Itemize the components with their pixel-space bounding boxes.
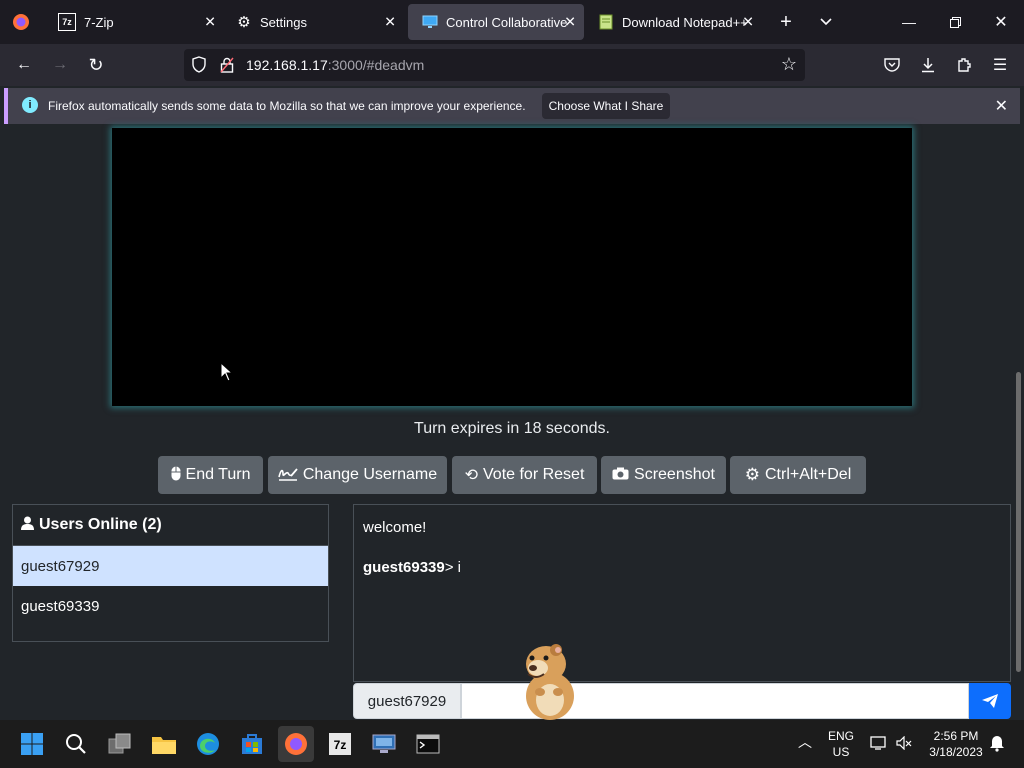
chat-message-user: guest69339 (363, 559, 445, 576)
close-icon[interactable]: ✕ (204, 14, 216, 31)
bookmark-star-icon[interactable]: ☆ (781, 54, 797, 75)
tab-label: Settings (260, 14, 307, 30)
minimize-icon[interactable]: — (886, 0, 932, 44)
tab-label: Control Collaborative V (446, 14, 568, 30)
microsoft-store-icon[interactable] (234, 726, 270, 762)
choose-what-i-share-button[interactable]: Choose What I Share (542, 93, 670, 119)
camera-icon (612, 467, 629, 483)
windows-taskbar: 7z ︿ ENG US 2:56 PM 3/18/2023 (0, 720, 1024, 768)
language-code: ENG (827, 729, 854, 743)
url-bar[interactable]: 192.168.1.17:3000/#deadvm ☆ (184, 49, 805, 81)
gear-icon: ⚙ (237, 14, 251, 31)
gear-icon: ⚙ (744, 465, 760, 484)
firefox-taskbar-icon[interactable] (278, 726, 314, 762)
chat-message-text: > i (444, 559, 461, 576)
search-icon[interactable] (58, 726, 94, 762)
page-scrollbar[interactable] (1016, 372, 1021, 672)
tab-label: 7-Zip (84, 14, 114, 30)
shield-icon[interactable] (192, 56, 206, 78)
7zip-icon: 7z (58, 13, 76, 31)
mouse-icon (171, 466, 181, 484)
volume-muted-icon[interactable] (896, 735, 912, 754)
data-notification-bar: i Firefox automatically sends some data … (4, 88, 1020, 124)
user-icon (21, 516, 34, 535)
browser-tab-bar: 7z 7-Zip ✕ ⚙ Settings ✕ Control Collabor… (0, 0, 1024, 44)
chat-username-label: guest67929 (353, 683, 461, 719)
welcome-message: welcome! (363, 519, 427, 536)
language-indicator[interactable]: ENG US (826, 728, 856, 760)
tab-control-collaborative[interactable]: Control Collaborative V ✕ (408, 4, 584, 40)
svg-text:7z: 7z (334, 738, 347, 752)
window-close-icon[interactable]: ✕ (978, 0, 1024, 44)
turn-timer-text: Turn expires in 18 seconds. (414, 420, 610, 437)
navigation-bar: ← → ↻ 192.168.1.17:3000/#deadvm ☆ ☰ (0, 44, 1024, 86)
edge-browser-icon[interactable] (190, 726, 226, 762)
restore-icon[interactable] (932, 0, 978, 44)
button-label: Screenshot (634, 466, 715, 483)
chat-input-row: guest67929 (353, 683, 1011, 719)
chevron-down-icon[interactable] (810, 0, 842, 44)
vote-for-reset-button[interactable]: ⟲ Vote for Reset (452, 456, 597, 494)
insecure-lock-icon[interactable] (220, 57, 234, 78)
back-icon[interactable]: ← (6, 44, 42, 86)
mouse-cursor-icon (220, 362, 234, 382)
clock[interactable]: 2:56 PM 3/18/2023 (922, 728, 990, 760)
chat-message: guest69339> i (363, 559, 461, 576)
close-icon[interactable]: ✕ (742, 14, 754, 31)
url-text[interactable]: 192.168.1.17:3000/#deadvm (246, 57, 424, 73)
tab-download-notepad[interactable]: Download Notepad++ ✕ (584, 0, 762, 44)
close-icon[interactable]: ✕ (384, 14, 396, 31)
network-icon[interactable] (870, 736, 886, 754)
ctrl-alt-del-button[interactable]: ⚙ Ctrl+Alt+Del (730, 456, 866, 494)
paper-plane-icon (982, 694, 998, 708)
button-label: Vote for Reset (483, 466, 585, 483)
users-online-title: Users Online (2) (39, 516, 162, 533)
chevron-up-icon[interactable]: ︿ (798, 734, 812, 750)
users-online-panel: Users Online (2) guest67929 guest69339 (12, 504, 329, 642)
end-turn-button[interactable]: End Turn (158, 456, 263, 494)
terminal-icon[interactable] (410, 726, 446, 762)
change-username-button[interactable]: Change Username (268, 456, 447, 494)
url-host: 192.168.1.17 (246, 57, 328, 73)
screenshot-button[interactable]: Screenshot (601, 456, 726, 494)
notifications-icon[interactable] (988, 734, 1006, 756)
notification-text: Firefox automatically sends some data to… (48, 99, 526, 113)
file-explorer-icon[interactable] (146, 726, 182, 762)
7zip-taskbar-icon[interactable]: 7z (322, 726, 358, 762)
users-online-header: Users Online (2) (13, 505, 328, 546)
new-tab-icon[interactable]: + (770, 0, 802, 44)
chat-log: welcome! guest69339> i (353, 504, 1011, 682)
keyboard-layout: US (832, 745, 850, 759)
hamster-image (526, 644, 574, 720)
user-list-item[interactable]: guest69339 (13, 586, 328, 626)
hamburger-menu-icon[interactable]: ☰ (982, 44, 1018, 86)
remote-desktop-icon[interactable] (366, 726, 402, 762)
pocket-icon[interactable] (874, 44, 910, 86)
tab-label: Download Notepad++ (622, 14, 746, 30)
button-label: Ctrl+Alt+Del (765, 466, 852, 483)
user-list-item[interactable]: guest67929 (13, 546, 328, 586)
reload-icon[interactable]: ↻ (78, 44, 114, 86)
clock-time: 2:56 PM (933, 729, 979, 743)
button-label: End Turn (185, 466, 251, 483)
undo-icon: ⟲ (464, 467, 478, 484)
tab-settings[interactable]: ⚙ Settings ✕ (222, 0, 404, 44)
tab-7zip[interactable]: 7z 7-Zip ✕ (44, 0, 224, 44)
notepad-icon (598, 14, 614, 30)
url-path: :3000/#deadvm (327, 57, 425, 73)
start-menu-icon[interactable] (14, 726, 50, 762)
monitor-icon (422, 14, 438, 30)
send-button[interactable] (969, 683, 1011, 719)
info-icon: i (22, 97, 38, 113)
close-icon[interactable]: ✕ (564, 14, 576, 31)
firefox-menu-icon[interactable] (0, 0, 42, 44)
forward-icon[interactable]: → (42, 44, 78, 86)
close-icon[interactable]: ✕ (995, 96, 1008, 116)
clock-date: 3/18/2023 (929, 745, 983, 759)
downloads-icon[interactable] (910, 44, 946, 86)
task-view-icon[interactable] (102, 726, 138, 762)
button-label: Change Username (302, 466, 438, 483)
extensions-icon[interactable] (946, 44, 982, 86)
signature-icon (278, 467, 298, 484)
